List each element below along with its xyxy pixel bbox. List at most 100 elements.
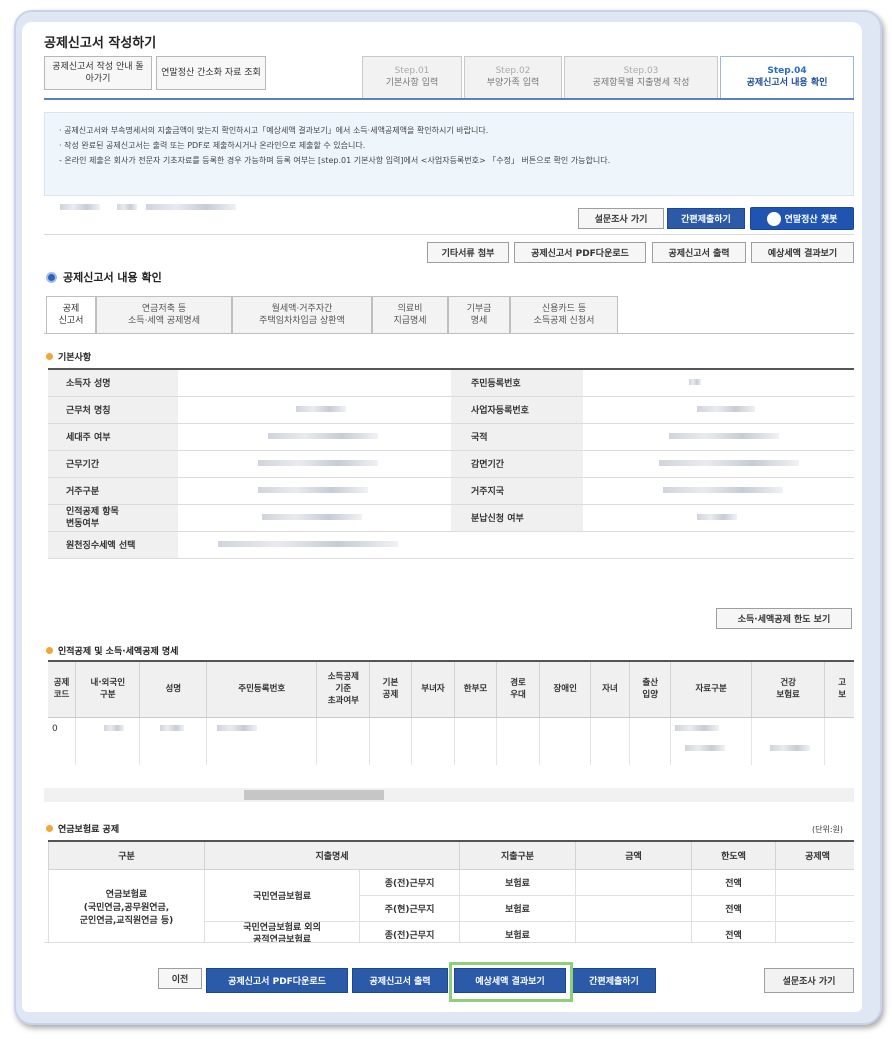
col-woman: 부녀자 [411,661,456,718]
pen-col-spend: 지출명세 [204,840,460,870]
unit-label: (단위:원) [812,825,844,834]
label-business-number: 사업자등록번호 [450,396,583,424]
expected-tax-button-top[interactable]: 예상세액 결과보기 [751,242,854,263]
label-nationality: 국적 [450,423,583,451]
col-health-ins: 건강 보험료 [751,661,826,718]
step-4-tab[interactable]: Step.04 공제신고서 내용 확인 [720,56,854,99]
step-1-tab[interactable]: Step.01 기본사항 입력 [362,56,462,99]
pen-limit-1: 전액 [691,868,776,896]
pen-limit-2: 전액 [691,894,776,922]
label-installment: 분납신청 여부 [450,504,583,532]
horizontal-scroll-thumb[interactable] [244,790,384,800]
section-title: 공제신고서 내용 확인 [63,271,162,284]
tab-pension-savings[interactable]: 연금저축 등 소득·세액 공제명세 [96,296,232,334]
highlight-box [449,962,573,1002]
col-single-parent: 한부모 [454,661,497,718]
pen-who-3: 종(전)근무지 [359,920,460,942]
notice-line-3: - 온라인 제출은 회사가 전문자 기초자료를 등록한 경우 가능하며 등록 여… [59,156,611,165]
pen-col-amount: 금액 [575,840,692,870]
col-domestic: 내·외국인 구분 [75,661,141,718]
step-1-num: Step.01 [394,66,430,76]
label-reduction-period: 감면기간 [450,450,583,478]
step-3-label: 공제항목별 지출명세 작성 [592,78,690,88]
step-underline [44,98,854,100]
step-3-num: Step.03 [623,66,659,76]
col-employment-ins: 고 보 [824,661,854,718]
tab-underline [44,333,854,334]
tab-medical[interactable]: 의료비 지급명세 [372,296,448,334]
pen-who-2: 주(현)근무지 [359,894,460,922]
label-household-head: 세대주 여부 [48,423,178,451]
simple-submit-button[interactable]: 간편제출하기 [572,968,656,993]
pen-group-label: 연금보험료 (국민연금,공무원연금, 군인연금,교직원연금 등) [48,868,205,942]
back-to-guide-button[interactable]: 공제신고서 작성 안내 돌아가기 [44,56,152,90]
col-data-type: 자료구분 [670,661,752,718]
bullet-icon [46,825,53,832]
label-personal-change: 인적공제 항목 변동여부 [48,504,178,532]
chatbot-button[interactable]: 연말정산 챗봇 [750,207,854,230]
col-income-exceed: 소득공제 기준 초과여부 [316,661,371,718]
bullet-icon [46,353,53,360]
tab-monthly-rent[interactable]: 월세액·거주자간 주택임차차입금 상환액 [232,296,372,334]
survey-button-top[interactable]: 설문조사 가기 [578,208,664,229]
label-resident-number: 주민등록번호 [450,369,583,397]
section-header: 공제신고서 내용 확인 [46,269,162,285]
step-3-tab[interactable]: Step.03 공제항목별 지출명세 작성 [564,56,718,99]
notice-box: · 공제신고서와 부속명세서의 지출금액이 맞는지 확인하시고「예상세액 결과보… [44,112,854,196]
label-residence-country: 거주지국 [450,477,583,505]
pen-sub-3: 국민연금보험료 외의 공적연금보험료 [203,920,361,942]
pen-kind-3: 보험료 [459,920,576,942]
prev-button[interactable]: 이전 [158,968,202,989]
simplified-lookup-button[interactable]: 연말정산 간소화 자료 조회 [156,56,266,90]
tab-credit-card[interactable]: 신용카드 등 소득공제 신청서 [510,296,618,334]
label-withholding-select: 원천징수세액 선택 [48,531,178,559]
content-scroll-area[interactable]: 기본사항 소득자 성명 주민등록번호 근무처 명칭 사업자등록번호 세대주 여부 국적… [44,336,854,942]
window-title: 공제신고서 작성하기 [44,36,157,51]
pen-col-limit: 한도액 [691,840,776,870]
notice-line-2: · 작성 완료된 공제신고서는 출력 또는 PDF로 제출하시거나 온라인으로 … [59,141,366,150]
col-resident-number: 주민등록번호 [206,661,318,718]
chatbot-icon [766,211,781,226]
horizontal-scrollbar[interactable] [44,788,854,802]
col-code: 공제 코드 [48,661,77,718]
basic-info-table: 소득자 성명 주민등록번호 근무처 명칭 사업자등록번호 세대주 여부 국적 근무기간… [48,368,854,559]
step-2-label: 부양가족 입력 [486,78,540,88]
label-work-period: 근무기간 [48,450,178,478]
pen-who-1: 종(전)근무지 [359,868,460,896]
chatbot-label: 연말정산 챗봇 [784,215,838,225]
step-4-num: Step.04 [767,66,807,76]
divider [44,234,854,235]
basic-info-title: 기본사항 [58,353,92,363]
deduction-table: 공제 코드 내·외국인 구분 성명 주민등록번호 소득공제 기준 초과여부 기본… [48,660,854,765]
basic-info-heading: 기본사항 [46,350,91,363]
pen-col-deduction: 공제액 [775,840,854,870]
pdf-download-button[interactable]: 공제신고서 PDF다운로드 [206,968,348,993]
cell-code: 0 [48,717,77,765]
print-button-top[interactable]: 공제신고서 출력 [652,242,746,263]
pen-limit-3: 전액 [691,920,776,942]
deduction-limit-button[interactable]: 소득·세액공제 한도 보기 [716,608,852,629]
pen-col-type: 구분 [48,840,205,870]
pdf-download-button-top[interactable]: 공제신고서 PDF다운로드 [514,242,646,263]
col-basic: 기본 공제 [369,661,412,718]
step-4-label: 공제신고서 내용 확인 [746,78,828,88]
label-name: 소득자 성명 [48,369,178,397]
label-workplace: 근무처 명칭 [48,396,178,424]
tab-donation[interactable]: 기부금 명세 [448,296,510,334]
notice-line-1: · 공제신고서와 부속명세서의 지출금액이 맞는지 확인하시고「예상세액 결과보… [59,126,489,135]
deduction-title: 인적공제 및 소득·세액공제 명세 [58,647,179,657]
col-name: 성명 [139,661,208,718]
survey-button[interactable]: 설문조사 가기 [764,968,854,993]
step-1-label: 기본사항 입력 [385,78,439,88]
other-docs-button[interactable]: 기타서류 첨부 [427,242,509,263]
print-button[interactable]: 공제신고서 출력 [352,968,448,993]
col-elder: 경로 우대 [496,661,541,718]
step-2-tab[interactable]: Step.02 부양가족 입력 [464,56,562,99]
step-2-num: Step.02 [495,66,531,76]
deduction-heading: 인적공제 및 소득·세액공제 명세 [46,644,178,657]
bottom-divider [44,942,854,943]
col-birth: 출산 입양 [629,661,672,718]
simple-submit-button-top[interactable]: 간편제출하기 [667,208,745,229]
table-row[interactable]: 0 [48,717,854,765]
tab-deduction-form[interactable]: 공제 신고서 [46,296,96,334]
